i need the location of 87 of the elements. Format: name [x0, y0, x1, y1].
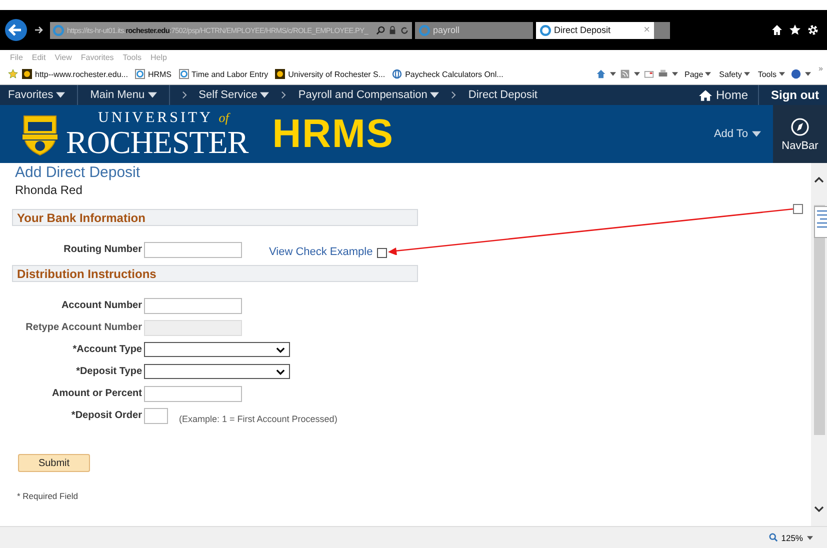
add-to-menu[interactable]: Add To [714, 128, 761, 140]
home-link[interactable]: Home [698, 88, 748, 102]
field-label: Retype Account Number [24, 321, 142, 333]
scrollbar[interactable] [811, 163, 827, 526]
nav-menu-item[interactable]: Self Service [198, 89, 270, 101]
nav-menu-item[interactable]: Payroll and Compensation [298, 89, 440, 101]
nav-menu-item[interactable]: Favorites [8, 89, 66, 101]
command-menu[interactable]: Safety [719, 70, 750, 78]
required-field-note: * Required Field [17, 491, 78, 501]
text-field[interactable] [144, 386, 242, 402]
caret-icon[interactable] [610, 72, 616, 76]
section-title: Your Bank Information [17, 210, 146, 224]
zoom-level[interactable]: 125% [769, 532, 803, 542]
favorite-link[interactable]: http--www.rochester.edu... [22, 69, 128, 79]
caret-icon[interactable] [634, 72, 640, 76]
page-tool-icon[interactable] [814, 206, 827, 238]
tab-title: Direct Deposit [554, 25, 612, 35]
refresh-icon[interactable] [400, 26, 409, 34]
search-icon[interactable] [376, 26, 385, 34]
browser-page-icon [134, 69, 145, 79]
home-icon [698, 88, 712, 102]
caret-icon [744, 72, 750, 76]
chevron-down-icon [276, 346, 285, 352]
university-wordmark: UNIVERSITY [98, 110, 212, 126]
star-icon[interactable] [789, 24, 801, 36]
sun-icon [22, 69, 32, 79]
caret-icon[interactable] [804, 72, 811, 76]
settings-icon[interactable] [807, 24, 819, 36]
forward-button[interactable] [34, 25, 44, 35]
scroll-down-icon[interactable] [814, 506, 824, 512]
app-title: HRMS [272, 112, 394, 156]
home-icon[interactable] [771, 24, 783, 36]
sun-icon [275, 69, 286, 79]
caret-icon [705, 72, 712, 76]
employee-name: Rhonda Red [14, 182, 82, 197]
field-label: *Account Type [72, 343, 142, 355]
browser-page-icon [53, 24, 64, 36]
text-field[interactable] [144, 242, 242, 258]
annotation-handle[interactable] [793, 204, 803, 214]
zoom-icon [769, 533, 778, 542]
globe-icon [392, 69, 402, 79]
field-label: Routing Number [62, 243, 142, 255]
caret-icon[interactable] [672, 72, 678, 76]
rochester-wordmark: ROCHESTER [66, 124, 248, 160]
caret-icon[interactable] [807, 536, 813, 540]
nav-menu-item[interactable]: Direct Deposit [468, 89, 538, 101]
sign-out-link[interactable]: Sign out [771, 88, 819, 102]
lock-icon [388, 26, 397, 34]
favorite-link[interactable]: HRMS [134, 69, 172, 79]
compass-icon [790, 116, 810, 136]
favorite-link[interactable]: Time and Labor Entry [178, 69, 268, 79]
mail-icon[interactable] [644, 69, 654, 79]
field-label: *Deposit Type [75, 365, 142, 377]
browser-tab[interactable]: Direct Deposit × [536, 22, 654, 38]
command-menu[interactable]: Page [684, 70, 712, 78]
of-wordmark: of [218, 110, 229, 124]
dropdown-field[interactable] [144, 342, 290, 357]
back-button[interactable] [5, 19, 27, 41]
favorite-link[interactable]: University of Rochester S... [275, 69, 386, 79]
view-check-example-link[interactable]: View Check Example [269, 246, 373, 258]
printer-icon[interactable] [658, 69, 668, 79]
text-field[interactable] [144, 408, 168, 424]
section-title: Distribution Instructions [17, 266, 156, 280]
command-menu[interactable]: Tools [758, 70, 785, 78]
favorite-link[interactable]: Paycheck Calculators Onl... [392, 69, 504, 79]
caret-icon [778, 72, 785, 76]
browser-page-icon [419, 24, 430, 36]
field-hint: (Example: 1 = First Account Processed) [179, 414, 338, 424]
tab-title: payroll [433, 25, 461, 35]
field-label: Account Number [60, 299, 142, 311]
page-title: Add Direct Deposit [14, 163, 140, 181]
scroll-up-icon[interactable] [814, 177, 824, 183]
more-button[interactable]: » [818, 64, 823, 73]
favorites-star-icon[interactable] [8, 69, 18, 79]
submit-button[interactable]: Submit [18, 454, 90, 472]
dropdown-field[interactable] [144, 364, 290, 379]
browser-page-icon [178, 69, 188, 79]
feed-icon[interactable] [620, 69, 630, 79]
chevron-down-icon [276, 368, 285, 374]
text-field[interactable] [144, 298, 242, 314]
nav-menu-item[interactable]: Main Menu [90, 89, 157, 101]
field-label: *Deposit Order [70, 409, 142, 421]
field-label: Amount or Percent [50, 387, 142, 399]
checkbox[interactable] [376, 248, 387, 258]
navbar-button[interactable]: NavBar [773, 105, 827, 163]
caret-icon [752, 131, 761, 137]
browser-page-icon [540, 24, 551, 36]
